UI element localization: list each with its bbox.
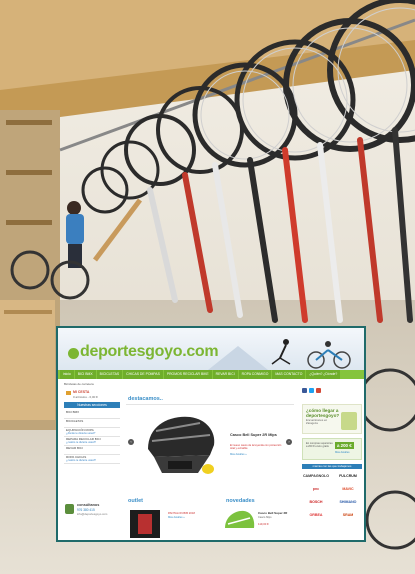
menu-item-repara[interactable]: REPARA RECICLAR BICI ¿cuánto te divierte … bbox=[64, 437, 120, 446]
website-screenshot: deportesgoyo.com inicio BICI BMX BICICLE… bbox=[56, 326, 366, 542]
cart-title[interactable]: MI CESTA bbox=[73, 390, 89, 394]
nav-item-contacto[interactable]: MAS CONTACTO bbox=[272, 370, 306, 379]
menu-item-bmx[interactable]: BICI BMX bbox=[64, 410, 120, 419]
cart-icon[interactable] bbox=[66, 391, 71, 395]
main-nav: inicio BICI BMX BICICLETAS CHICAS DE POM… bbox=[58, 370, 364, 379]
brand-logo[interactable]: ORBEA bbox=[302, 511, 330, 519]
outlet-title: outlet bbox=[128, 498, 143, 504]
social-links bbox=[302, 388, 321, 393]
outlet-product-name[interactable]: PANTALON BIB 2018 bbox=[168, 511, 195, 515]
brand-logo[interactable]: SRAM bbox=[334, 511, 362, 519]
menu-item-sub: ¿dónde te divierte usted? bbox=[66, 432, 96, 435]
nav-item-inicio[interactable]: inicio bbox=[60, 370, 74, 379]
brand-logo[interactable]: FULCRUM bbox=[334, 472, 362, 480]
nav-item-donde[interactable]: ¿Quién? ¿Dónde? bbox=[306, 370, 341, 379]
location-promo-sub: Encuéntranos en Zaragoza bbox=[306, 418, 328, 426]
free-shipping-text: En compras superiores a 200 € envío grat… bbox=[306, 442, 333, 449]
menu-item-equipacion[interactable]: EQUIPACIÓN ROPA ¿dónde te divierte usted? bbox=[64, 428, 120, 437]
helmet-product-image[interactable] bbox=[140, 411, 220, 481]
outlet-product-image[interactable] bbox=[126, 508, 164, 540]
featured-title: destacamos.. bbox=[128, 396, 163, 402]
site-header: deportesgoyo.com bbox=[58, 328, 364, 370]
nav-item-revar[interactable]: REVAR BICI bbox=[212, 370, 238, 379]
sections-header: Nuestras secciones bbox=[64, 402, 120, 408]
menu-item-label: REVAR BICI bbox=[66, 446, 83, 450]
facebook-icon[interactable] bbox=[302, 388, 307, 393]
featured-product-description: El nuevo casco de la leyenda con protecc… bbox=[230, 444, 282, 451]
carousel-prev-icon[interactable]: ‹ bbox=[128, 439, 134, 445]
logo-ball-icon bbox=[68, 348, 79, 359]
free-shipping-promo[interactable]: En compras superiores a 200 € envío grat… bbox=[302, 438, 362, 460]
news-title: novedades bbox=[226, 498, 255, 504]
outlet-box: PANTALON BIB 2018 Más detalles » bbox=[126, 508, 208, 540]
menu-item-revar[interactable]: REVAR BICI bbox=[64, 446, 120, 455]
menu-item-sub: ¿cuánto te divierte usted? bbox=[66, 459, 96, 462]
brand-logo[interactable]: pnc bbox=[302, 485, 330, 493]
free-shipping-amount: a 200 € bbox=[335, 442, 354, 449]
free-shipping-link[interactable]: Más detalles bbox=[335, 451, 350, 454]
menu-item-ropa[interactable]: ROPA CHICAS ¿cuánto te divierte usted? bbox=[64, 455, 120, 464]
site-logo[interactable]: deportesgoyo.com bbox=[80, 343, 219, 361]
carousel-next-icon[interactable]: › bbox=[286, 439, 292, 445]
nav-item-chicas[interactable]: CHICAS DE POMPAS bbox=[123, 370, 163, 379]
brand-logo[interactable]: MAVIC bbox=[334, 485, 362, 493]
brand-logo[interactable]: SHIMANO bbox=[334, 498, 362, 506]
brand-logo[interactable]: CAMPAGNOLO bbox=[302, 472, 330, 480]
shopping-bag-icon bbox=[341, 412, 357, 430]
featured-product-link[interactable]: Más detalles » bbox=[230, 453, 247, 456]
sections-menu: BICI BMX BICICLETAS EQUIPACIÓN ROPA ¿dónd… bbox=[64, 410, 120, 464]
twitter-icon[interactable] bbox=[309, 388, 314, 393]
brand-logos: CAMPAGNOLO FULCRUM pnc MAVIC BOSCH SHIMA… bbox=[302, 472, 362, 519]
news-box: Casco Bell Super 2R Casco Mips 119,00 € bbox=[222, 508, 298, 540]
news-product-sub: Casco Mips bbox=[258, 516, 272, 519]
nav-item-promos[interactable]: PROMOS RECICLAR BIKE bbox=[163, 370, 212, 379]
menu-item-label: BICICLETAS bbox=[66, 419, 84, 423]
cart-summary: 0 artículos - 0,00 € bbox=[73, 395, 98, 399]
menu-item-sub: ¿cuánto te divierte usted? bbox=[66, 441, 96, 444]
google-plus-icon[interactable] bbox=[316, 388, 321, 393]
contact-box: consúltanos 976 380 415 info@deportesgoy… bbox=[64, 502, 120, 518]
nav-item-bmx[interactable]: BICI BMX bbox=[74, 370, 96, 379]
news-helmet-image[interactable] bbox=[222, 508, 256, 536]
brand-logo[interactable]: BOSCH bbox=[302, 498, 330, 506]
news-product-name[interactable]: Casco Bell Super 2R bbox=[258, 511, 287, 515]
location-promo[interactable]: ¿cómo llegar a deportesgoyo? Encuéntrano… bbox=[302, 404, 362, 434]
breadcrumb: Bicicletas de carretera bbox=[64, 382, 94, 386]
outlet-product-link[interactable]: Más detalles » bbox=[168, 516, 185, 519]
contact-title: consúltanos bbox=[77, 503, 100, 507]
brands-header: marcas con las que trabajamos bbox=[302, 464, 362, 469]
nav-item-bicicletas[interactable]: BICICLETAS bbox=[96, 370, 123, 379]
nav-item-ropa[interactable]: ROPA CONMIGO bbox=[238, 370, 272, 379]
menu-item-bicicletas[interactable]: BICICLETAS bbox=[64, 419, 120, 428]
contact-avatar bbox=[65, 504, 74, 514]
news-product-price: 119,00 € bbox=[258, 522, 269, 526]
featured-product-name[interactable]: Casco Bell Super 2R Mips bbox=[230, 433, 277, 437]
menu-item-label: BICI BMX bbox=[66, 410, 80, 414]
contact-email[interactable]: info@deportesgoyo.com bbox=[77, 512, 107, 516]
featured-carousel: ‹ Casco Bell Super 2R Mips El nuevo casc… bbox=[126, 404, 294, 485]
